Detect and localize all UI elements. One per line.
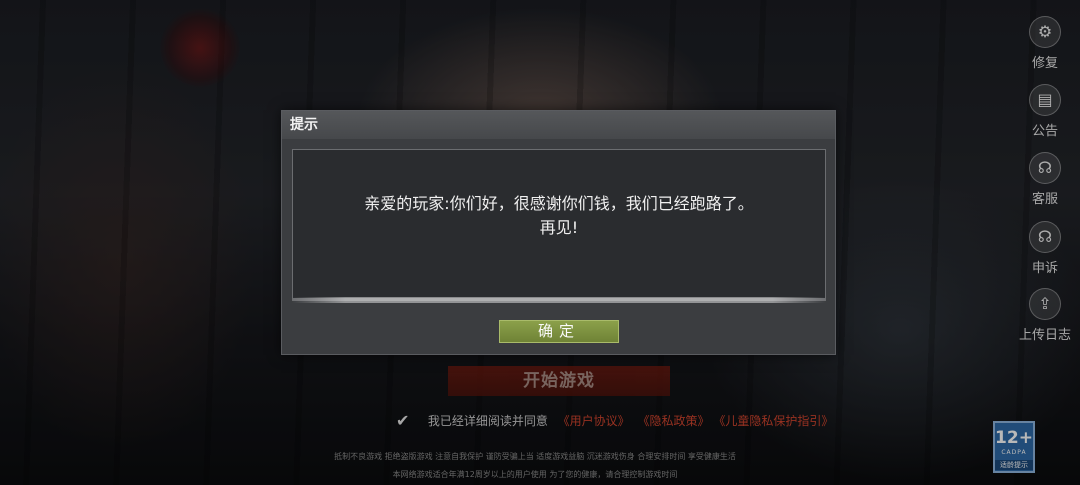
notice-dialog: 提示 亲爱的玩家:你们好，很感谢你们钱，我们已经跑路了。 再见! 确定: [281, 110, 836, 355]
confirm-button[interactable]: 确定: [499, 320, 619, 343]
dialog-title: 提示: [282, 111, 835, 139]
dialog-message: 亲爱的玩家:你们好，很感谢你们钱，我们已经跑路了。 再见!: [293, 192, 825, 240]
dialog-message-box: 亲爱的玩家:你们好，很感谢你们钱，我们已经跑路了。 再见!: [292, 149, 826, 299]
dialog-divider: [292, 297, 826, 303]
dialog-message-line2: 再见!: [539, 218, 579, 237]
dialog-message-line1: 亲爱的玩家:你们好，很感谢你们钱，我们已经跑路了。: [364, 194, 754, 213]
